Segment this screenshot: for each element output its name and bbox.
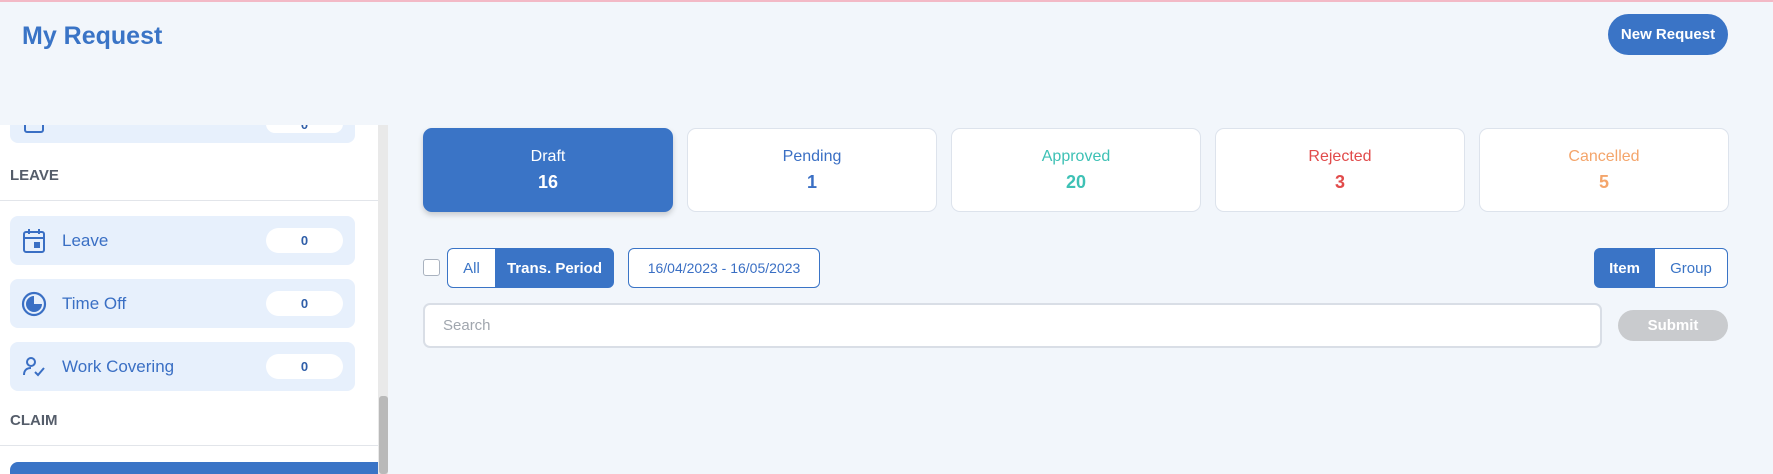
status-count: 16	[537, 171, 559, 192]
status-count: 1	[806, 171, 817, 192]
section-title-claim: CLAIM	[10, 412, 58, 429]
status-count: 3	[1334, 171, 1345, 192]
sidebar-item-label: Time Off	[62, 293, 127, 313]
select-all-checkbox[interactable]	[423, 259, 440, 276]
view-group-button[interactable]: Group	[1654, 248, 1728, 288]
sidebar: 0 LEAVE Leave 0 Time Off 0	[0, 125, 380, 474]
top-border	[0, 0, 1773, 2]
search-input[interactable]	[423, 303, 1602, 348]
status-label: Draft	[530, 147, 566, 165]
status-label: Rejected	[1308, 147, 1372, 165]
submit-button[interactable]: Submit	[1618, 310, 1728, 341]
period-trans-period-button[interactable]: Trans. Period	[495, 248, 614, 288]
status-count: 5	[1598, 171, 1609, 192]
status-card-rejected[interactable]: Rejected 3	[1215, 128, 1465, 212]
sidebar-item-claim-active[interactable]	[10, 462, 378, 474]
sidebar-item-count: 0	[266, 125, 343, 133]
sidebar-scrollbar-thumb[interactable]	[379, 396, 388, 474]
calendar-icon	[20, 227, 48, 255]
calendar-icon	[20, 125, 48, 144]
status-label: Pending	[782, 147, 842, 165]
status-card-cancelled[interactable]: Cancelled 5	[1479, 128, 1729, 212]
sidebar-item-count: 0	[266, 291, 343, 316]
sidebar-item-work-covering[interactable]: Work Covering 0	[10, 342, 355, 391]
status-card-pending[interactable]: Pending 1	[687, 128, 937, 212]
sidebar-item-partial[interactable]: 0	[10, 125, 355, 143]
sidebar-item-count: 0	[266, 228, 343, 253]
status-count: 20	[1065, 171, 1087, 192]
date-range-picker[interactable]: 16/04/2023 - 16/05/2023	[628, 248, 820, 288]
status-card-approved[interactable]: Approved 20	[951, 128, 1201, 212]
section-divider	[0, 200, 378, 201]
status-label: Cancelled	[1568, 147, 1640, 165]
sidebar-item-time-off[interactable]: Time Off 0	[10, 279, 355, 328]
status-label: Approved	[1041, 147, 1111, 165]
status-card-draft[interactable]: Draft 16	[423, 128, 673, 212]
page-title: My Request	[22, 22, 163, 50]
period-all-button[interactable]: All	[447, 248, 496, 288]
new-request-button[interactable]: New Request	[1608, 14, 1728, 55]
view-item-button[interactable]: Item	[1594, 248, 1655, 288]
user-check-icon	[20, 353, 48, 381]
sidebar-item-leave[interactable]: Leave 0	[10, 216, 355, 265]
clock-icon	[20, 290, 48, 318]
section-divider	[0, 445, 378, 446]
sidebar-item-count: 0	[266, 354, 343, 379]
sidebar-item-label: Work Covering	[62, 356, 175, 376]
section-title-leave: LEAVE	[10, 167, 59, 184]
sidebar-item-label: Leave	[62, 230, 109, 250]
